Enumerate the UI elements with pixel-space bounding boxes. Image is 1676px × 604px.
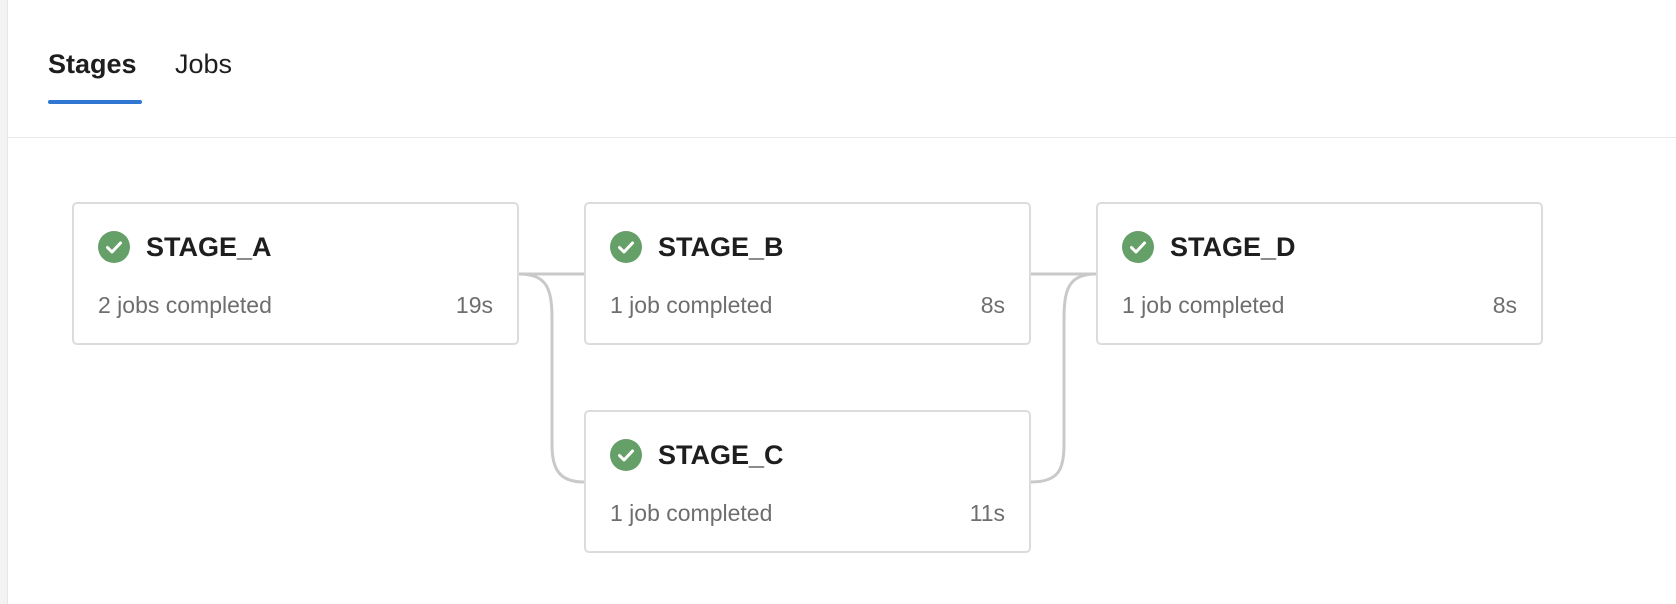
stage-jobs-summary: 2 jobs completed <box>98 292 272 318</box>
connector-a-c <box>517 272 586 484</box>
check-circle-icon <box>610 231 642 263</box>
stage-jobs-summary: 1 job completed <box>1122 292 1285 318</box>
stage-duration: 11s <box>969 500 1005 526</box>
check-circle-icon <box>1122 231 1154 263</box>
check-circle-icon <box>610 439 642 471</box>
active-tab-indicator <box>48 100 142 104</box>
stage-card-a[interactable]: STAGE_A 2 jobs completed 19s <box>72 202 519 345</box>
tab-jobs[interactable]: Jobs <box>175 46 232 82</box>
stage-name: STAGE_B <box>658 232 784 262</box>
stage-name: STAGE_C <box>658 440 784 470</box>
stage-duration: 19s <box>455 292 493 318</box>
tab-bar: Stages Jobs <box>8 0 1676 138</box>
stage-duration: 8s <box>1492 292 1517 318</box>
stage-card-c[interactable]: STAGE_C 1 job completed 11s <box>584 410 1031 553</box>
stage-card-d[interactable]: STAGE_D 1 job completed 8s <box>1096 202 1543 345</box>
stage-card-b[interactable]: STAGE_B 1 job completed 8s <box>584 202 1031 345</box>
tab-stages[interactable]: Stages <box>48 46 137 82</box>
stage-name: STAGE_A <box>146 232 272 262</box>
connector-c-d <box>1029 272 1098 484</box>
stage-jobs-summary: 1 job completed <box>610 500 773 526</box>
stage-name: STAGE_D <box>1170 232 1296 262</box>
check-circle-icon <box>98 231 130 263</box>
left-edge <box>0 0 8 604</box>
stage-jobs-summary: 1 job completed <box>610 292 773 318</box>
stage-duration: 8s <box>980 292 1005 318</box>
